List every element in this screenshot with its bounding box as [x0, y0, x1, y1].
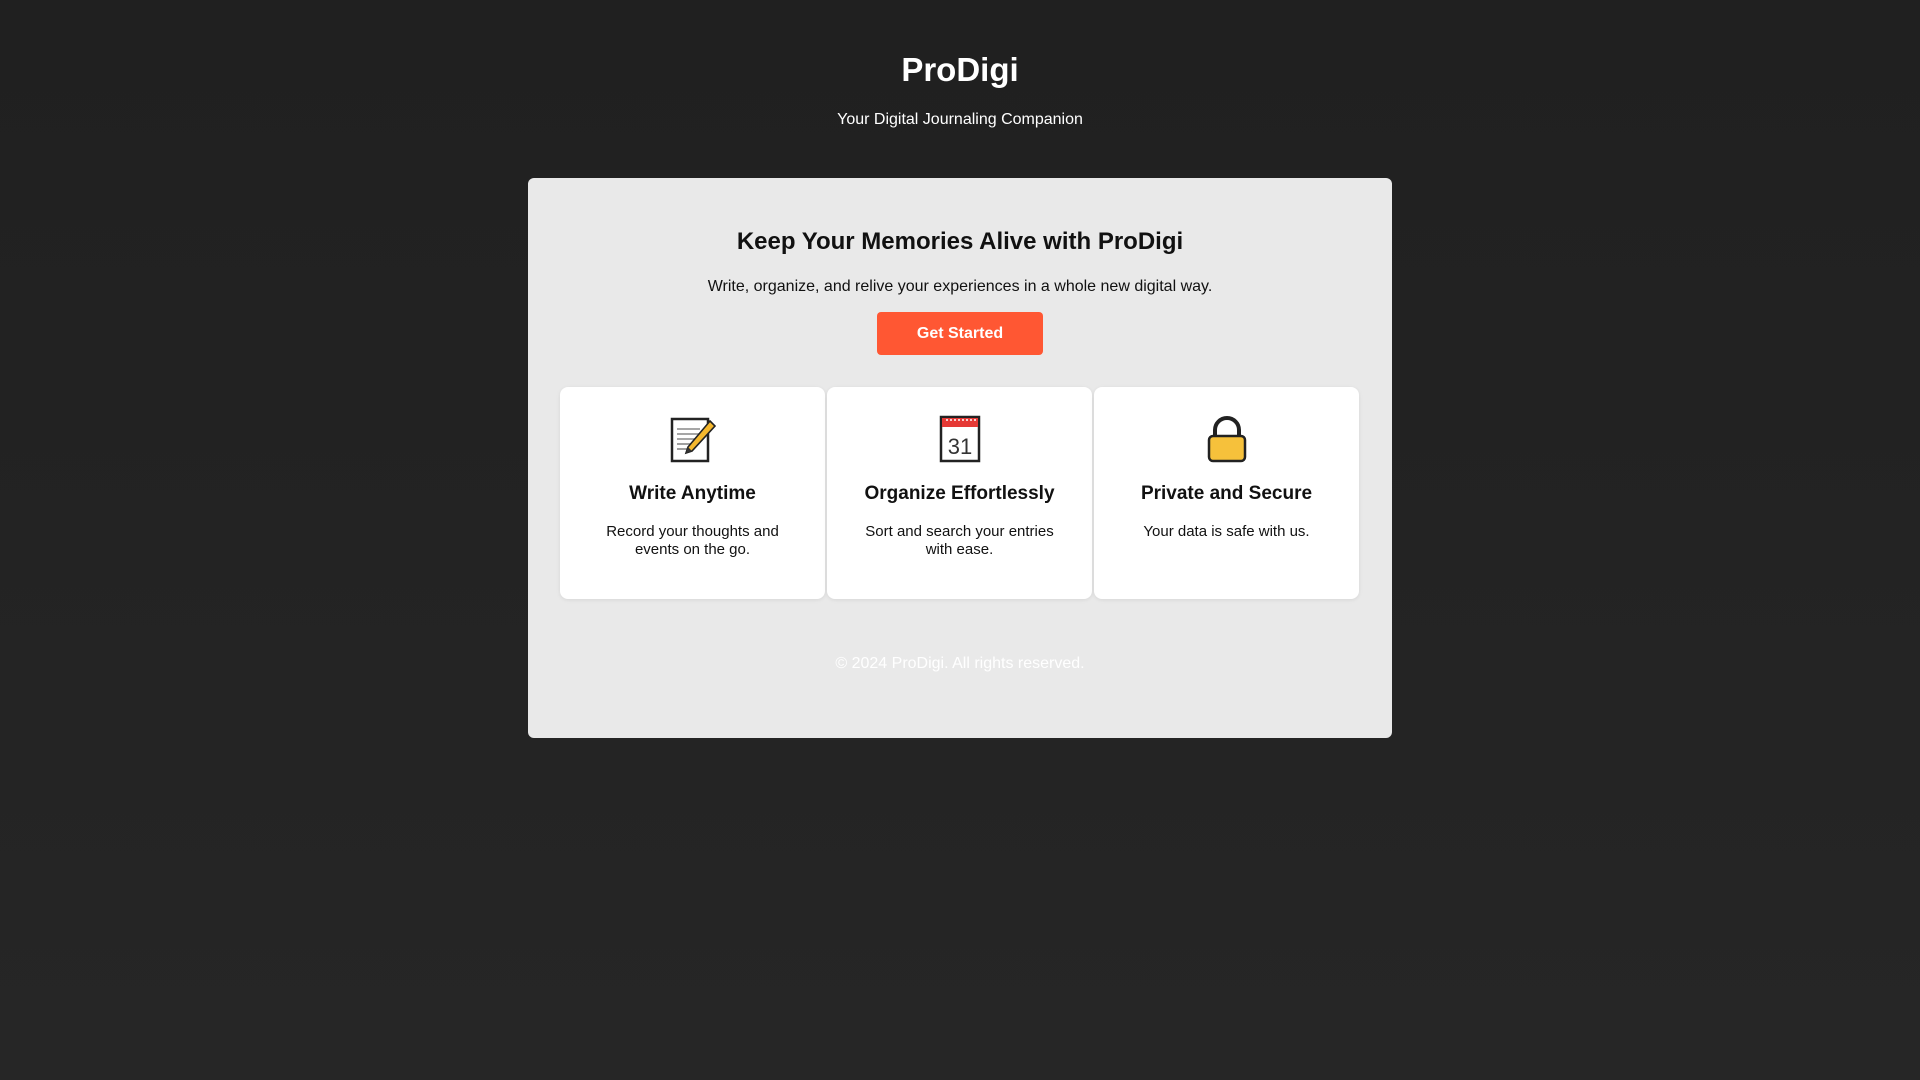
calendar-day: 31	[948, 434, 972, 459]
memo-icon	[670, 415, 717, 463]
feature-card-write: Write Anytime Record your thoughts and e…	[560, 387, 825, 599]
brand-tagline: Your Digital Journaling Companion	[837, 111, 1083, 128]
hero-subtitle: Write, organize, and relive your experie…	[707, 278, 1213, 295]
feature-title: Organize Effortlessly	[864, 483, 1055, 504]
hero-panel: Keep Your Memories Alive with ProDigi Wr…	[528, 178, 1392, 738]
feature-title: Private and Secure	[1140, 483, 1313, 504]
feature-card-secure: Private and Secure Your data is safe wit…	[1094, 387, 1359, 599]
calendar-icon: 31	[937, 415, 983, 463]
footer-copyright: © 2024 ProDigi. All rights reserved.	[835, 655, 1085, 672]
features-section: Write Anytime Record your thoughts and e…	[560, 387, 1360, 599]
feature-title: Write Anytime	[629, 483, 756, 504]
brand-title: ProDigi	[901, 51, 1019, 88]
lock-icon	[1204, 415, 1250, 463]
feature-description: Your data is safe with us.	[1143, 523, 1310, 540]
get-started-button[interactable]: Get Started	[877, 312, 1043, 355]
feature-description: Record your thoughts and events on the g…	[606, 523, 779, 558]
feature-description: Sort and search your entries with ease.	[865, 523, 1054, 558]
hero-title: Keep Your Memories Alive with ProDigi	[736, 228, 1184, 255]
feature-card-organize: 31 Organize Effortlessly Sort and search…	[827, 387, 1092, 599]
